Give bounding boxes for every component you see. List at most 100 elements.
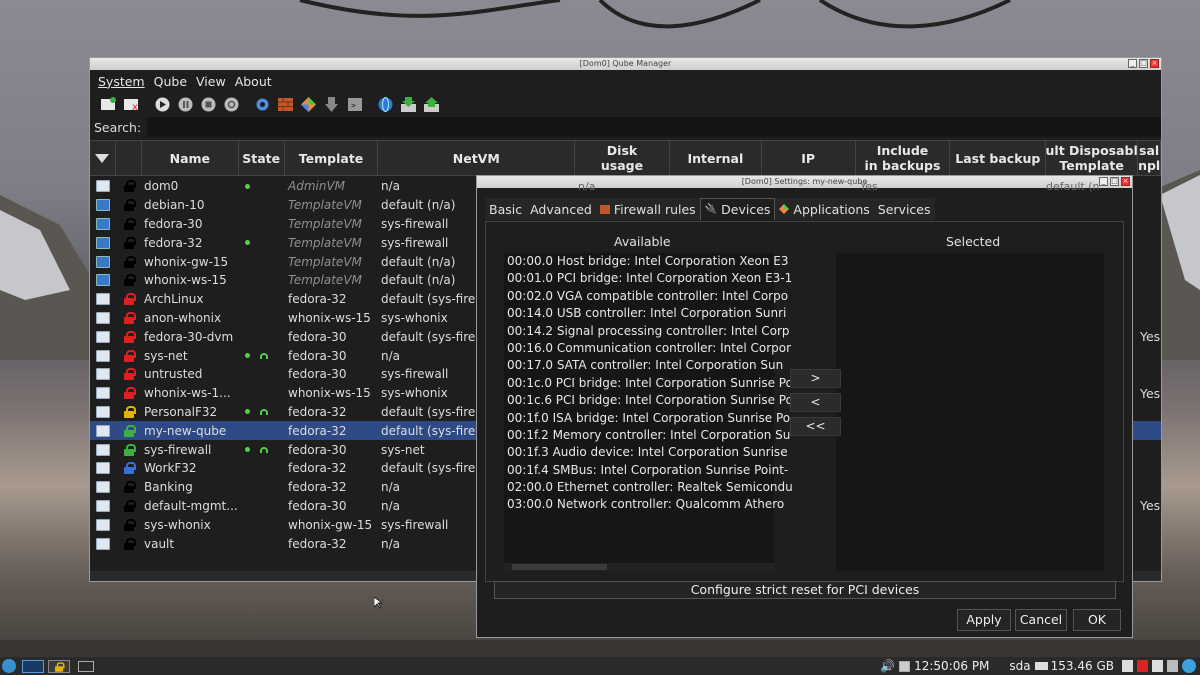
remove-qube-icon[interactable]: x xyxy=(123,96,140,113)
lock-icon xyxy=(116,462,142,475)
dialog-maximize-button[interactable]: □ xyxy=(1110,177,1119,186)
list-item[interactable]: 00:14.2 Signal processing controller: In… xyxy=(504,323,790,340)
settings-titlebar[interactable]: [Dom0] Settings: my-new-qube _ □ × xyxy=(477,176,1132,188)
remove-all-devices-button[interactable]: << xyxy=(790,417,841,436)
qube-template: fedora-32 xyxy=(288,461,347,476)
header-netvm[interactable]: NetVM xyxy=(378,141,576,175)
restore-icon[interactable] xyxy=(423,96,440,113)
header-last-backup[interactable]: Last backup xyxy=(950,141,1047,175)
list-item[interactable]: 00:1f.0 ISA bridge: Intel Corporation Su… xyxy=(504,410,790,427)
tab-services[interactable]: Services xyxy=(873,198,935,220)
qubes-domains-icon[interactable] xyxy=(1152,660,1163,672)
cancel-button[interactable]: Cancel xyxy=(1015,609,1067,631)
list-item[interactable]: 00:01.0 PCI bridge: Intel Corporation Xe… xyxy=(504,270,792,287)
terminal-icon[interactable]: > xyxy=(346,96,363,113)
menu-system[interactable]: System xyxy=(98,74,145,89)
list-item[interactable]: 00:16.0 Communication controller: Intel … xyxy=(504,340,791,357)
updates-icon[interactable] xyxy=(1167,660,1178,672)
dialog-minimize-button[interactable]: _ xyxy=(1099,177,1108,186)
header-truncated[interactable]: sal npl xyxy=(1138,141,1162,175)
table-header: Name State Template NetVM Disk usage Int… xyxy=(90,140,1162,176)
update-icon[interactable] xyxy=(323,96,340,113)
header-state[interactable]: State xyxy=(239,141,285,175)
apply-button[interactable]: Apply xyxy=(957,609,1011,631)
menu-view[interactable]: View xyxy=(196,74,226,89)
add-device-button[interactable]: > xyxy=(790,369,841,388)
qube-name: PersonalF32 xyxy=(144,404,218,419)
search-label: Search: xyxy=(94,119,142,135)
tab-firewall-rules[interactable]: Firewall rules xyxy=(595,198,700,220)
create-qube-icon[interactable] xyxy=(100,96,117,113)
svg-text:x: x xyxy=(132,102,138,111)
taskbar-lock-icon[interactable] xyxy=(48,659,70,673)
list-item[interactable]: 00:17.0 SATA controller: Intel Corporati… xyxy=(504,357,783,374)
remove-device-button[interactable]: < xyxy=(790,393,841,412)
list-item[interactable]: 00:1f.4 SMBus: Intel Corporation Sunrise… xyxy=(504,462,788,479)
close-button[interactable]: × xyxy=(1150,59,1159,68)
strict-reset-button[interactable]: Configure strict reset for PCI devices xyxy=(494,581,1116,599)
pause-icon[interactable] xyxy=(177,96,194,113)
list-item[interactable]: 00:1f.2 Memory controller: Intel Corpora… xyxy=(504,427,790,444)
list-item[interactable]: 00:02.0 VGA compatible controller: Intel… xyxy=(504,288,788,305)
tab-advanced[interactable]: Advanced xyxy=(526,198,596,220)
devices-tray-icon[interactable] xyxy=(1137,660,1148,672)
start-menu-icon[interactable] xyxy=(2,659,16,673)
search-input[interactable] xyxy=(147,117,1161,137)
list-item[interactable]: 00:1f.3 Audio device: Intel Corporation … xyxy=(504,444,788,461)
tab-applications[interactable]: Applications xyxy=(775,198,874,220)
header-internal[interactable]: Internal xyxy=(670,141,762,175)
list-item[interactable]: 00:1c.0 PCI bridge: Intel Corporation Su… xyxy=(504,375,793,392)
globe-icon[interactable] xyxy=(377,96,394,113)
list-item[interactable]: 02:00.0 Ethernet controller: Realtek Sem… xyxy=(504,479,793,496)
mouse-cursor-icon xyxy=(374,597,382,609)
list-item[interactable]: 00:14.0 USB controller: Intel Corporatio… xyxy=(504,305,786,322)
clock-time[interactable]: 12:50:06 PM xyxy=(914,659,989,673)
selected-devices-list[interactable] xyxy=(836,253,1104,571)
header-ip[interactable]: IP xyxy=(762,141,856,175)
list-item[interactable]: 00:1c.6 PCI bridge: Intel Corporation Su… xyxy=(504,392,793,409)
dialog-close-button[interactable]: × xyxy=(1121,177,1130,186)
shutdown-icon[interactable] xyxy=(200,96,217,113)
header-lock[interactable] xyxy=(116,141,142,175)
backup-icon[interactable] xyxy=(400,96,417,113)
header-include-backups[interactable]: Include in backups xyxy=(856,141,951,175)
lock-icon xyxy=(116,481,142,494)
ok-button[interactable]: OK xyxy=(1073,609,1121,631)
desktop-icon[interactable] xyxy=(22,659,44,673)
qube-state xyxy=(239,183,285,189)
tab-basic[interactable]: Basic xyxy=(485,198,527,220)
minimize-button[interactable]: _ xyxy=(1128,59,1137,68)
list-item[interactable]: 00:00.0 Host bridge: Intel Corporation X… xyxy=(504,253,788,270)
start-icon[interactable] xyxy=(154,96,171,113)
column-menu-button[interactable] xyxy=(90,141,116,175)
maximize-button[interactable]: □ xyxy=(1139,59,1148,68)
header-disk-usage[interactable]: Disk usage xyxy=(575,141,670,175)
manager-titlebar[interactable]: [Dom0] Qube Manager _ □ × xyxy=(90,58,1161,70)
clipboard-icon[interactable] xyxy=(1122,660,1133,672)
header-template[interactable]: Template xyxy=(285,141,379,175)
header-name[interactable]: Name xyxy=(142,141,239,175)
settings-gear-icon[interactable] xyxy=(254,96,271,113)
clock-icon xyxy=(899,660,911,672)
tab-devices[interactable]: 🔌 Devices xyxy=(699,198,776,220)
qube-name: WorkF32 xyxy=(144,461,197,476)
lock-icon xyxy=(116,443,142,456)
window-icon[interactable] xyxy=(78,660,94,672)
qube-name: untrusted xyxy=(144,367,203,382)
available-devices-list[interactable]: 00:00.0 Host bridge: Intel Corporation X… xyxy=(504,253,793,571)
qube-type-icon xyxy=(90,424,116,437)
lock-icon xyxy=(116,274,142,287)
lock-icon xyxy=(116,311,142,324)
search-icon[interactable] xyxy=(1182,659,1196,673)
volume-icon[interactable]: 🔊 xyxy=(880,659,895,673)
lock-icon xyxy=(116,217,142,230)
menu-about[interactable]: About xyxy=(235,74,272,89)
list-item[interactable]: 03:00.0 Network controller: Qualcomm Ath… xyxy=(504,496,784,513)
restart-icon[interactable] xyxy=(223,96,240,113)
firewall-icon[interactable] xyxy=(277,96,294,113)
devices-icon: 🔌 xyxy=(704,204,718,215)
available-list-scrollbar[interactable] xyxy=(504,563,774,571)
menu-qube[interactable]: Qube xyxy=(154,74,187,89)
header-default-disposable[interactable]: ult Disposabl Template xyxy=(1046,141,1139,175)
applications-icon[interactable] xyxy=(300,96,317,113)
